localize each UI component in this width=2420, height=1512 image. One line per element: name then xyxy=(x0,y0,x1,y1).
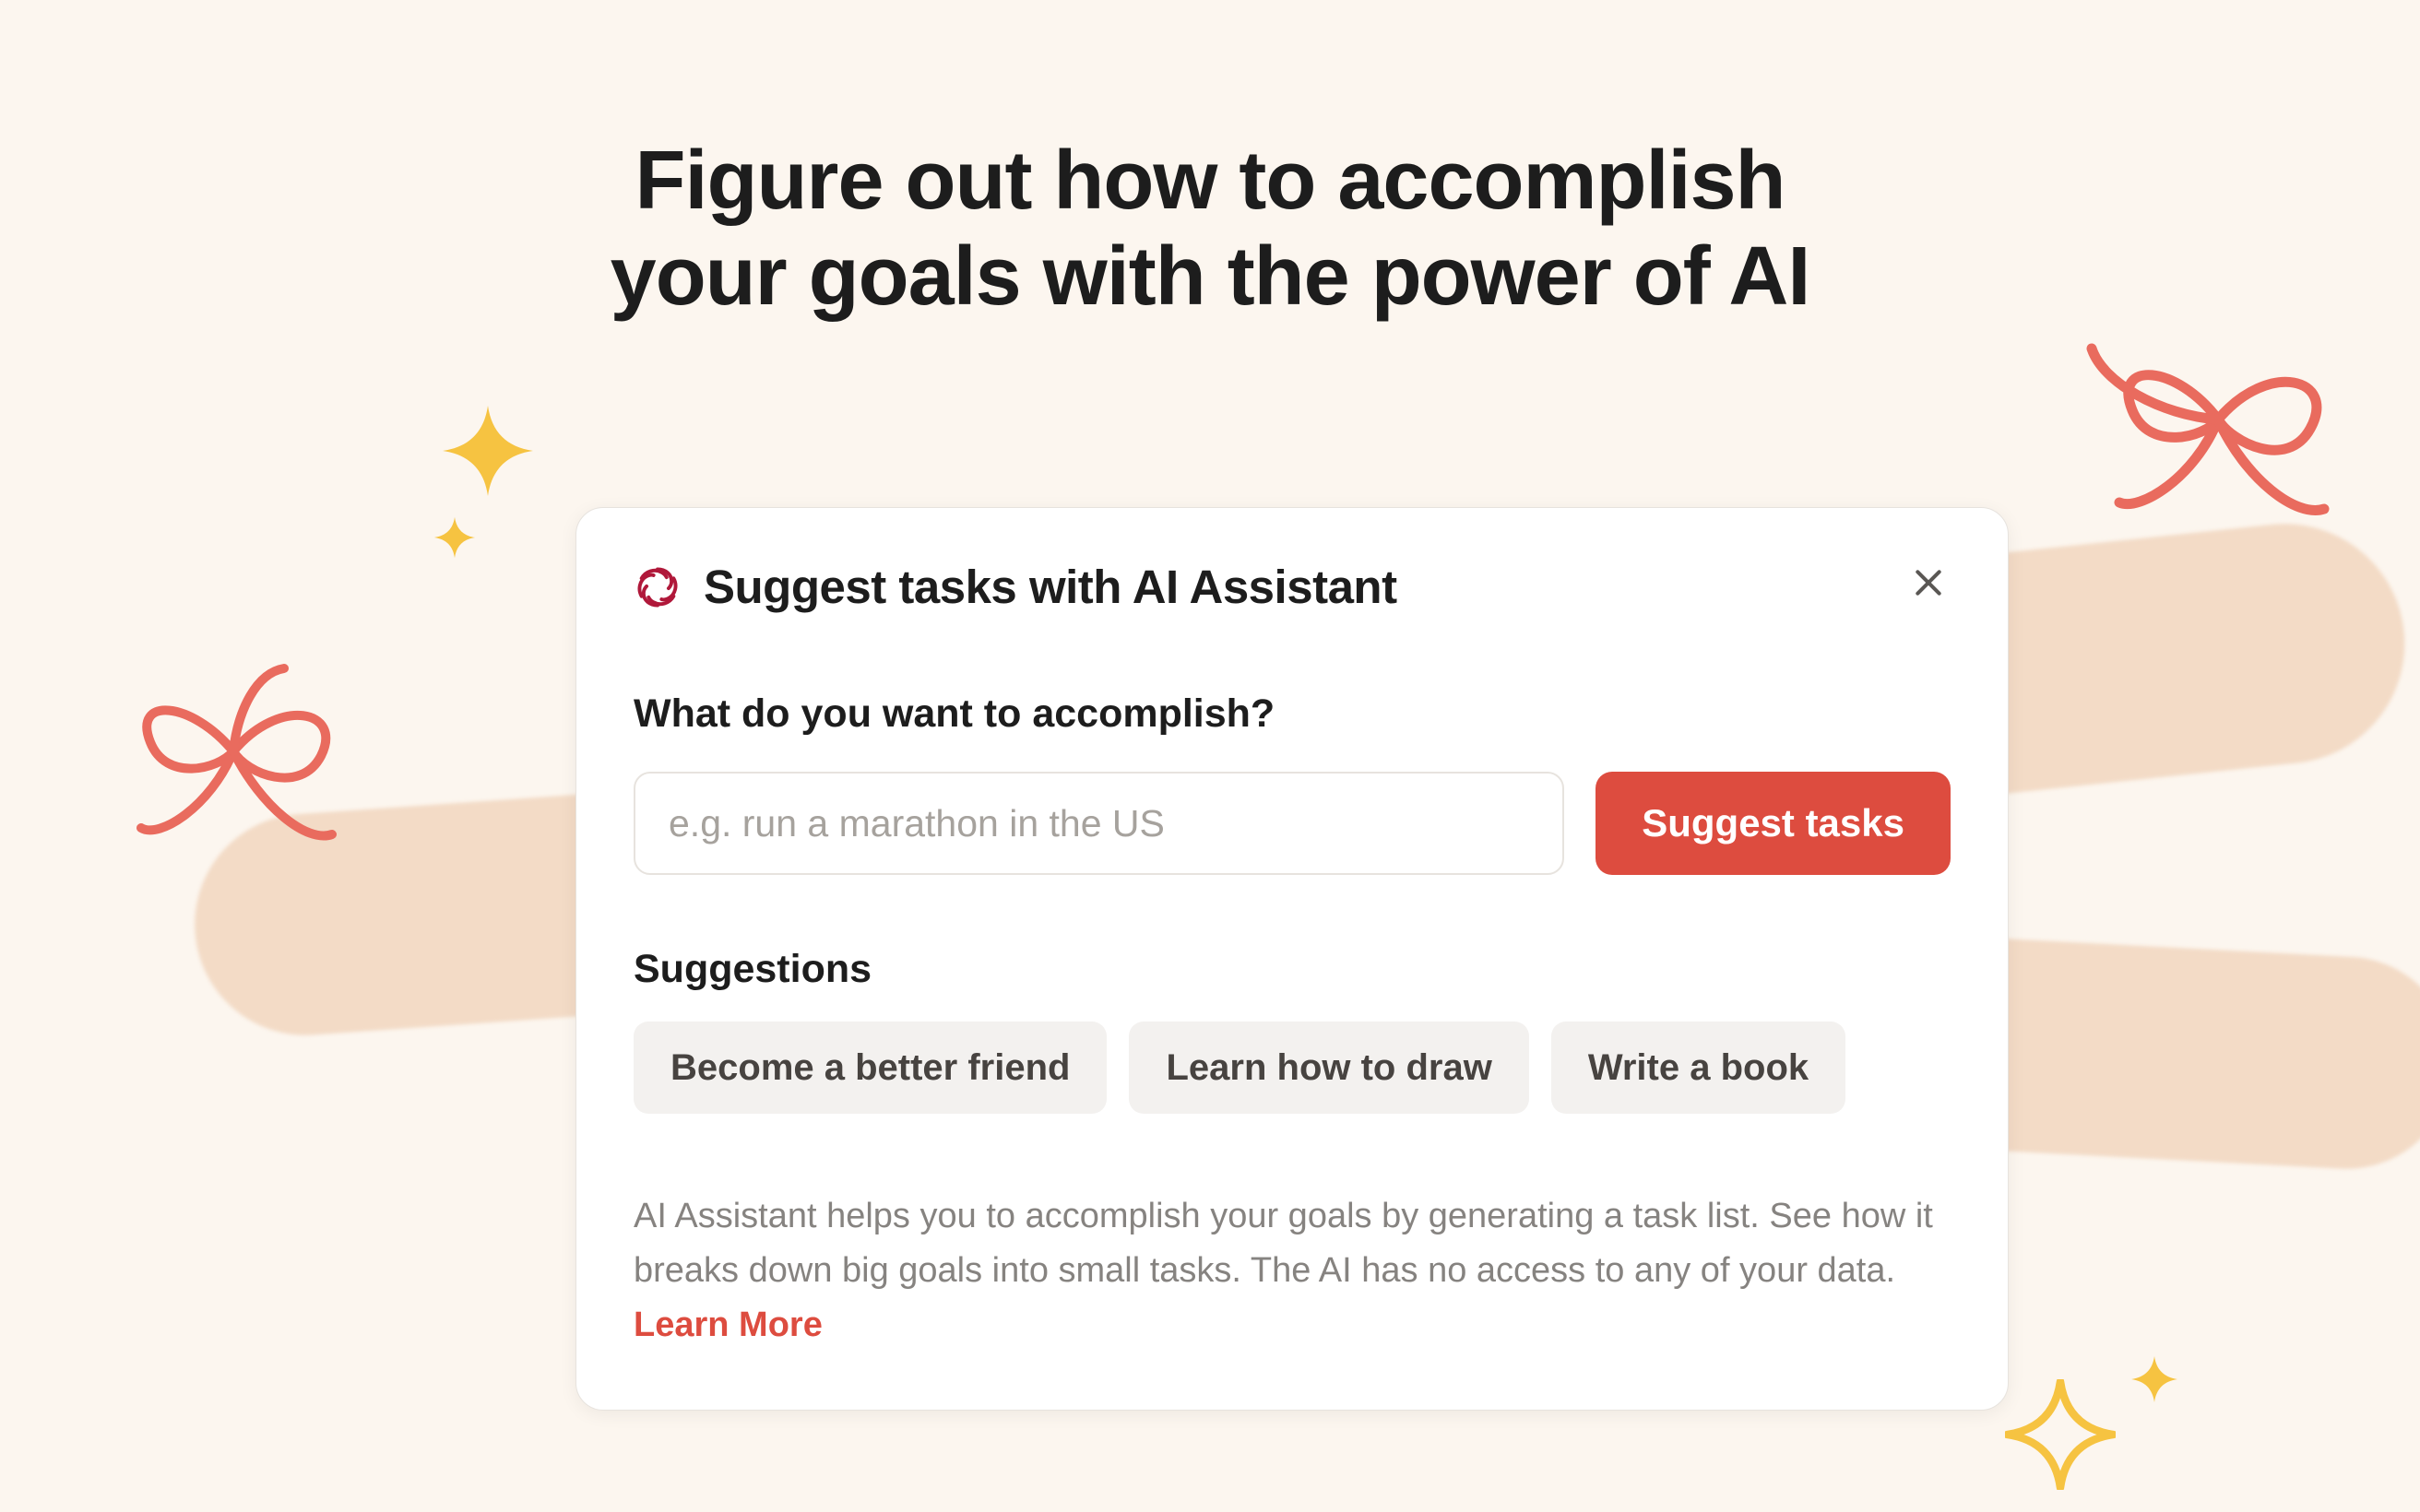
suggestion-chip[interactable]: Learn how to draw xyxy=(1129,1022,1528,1114)
card-title: Suggest tasks with AI Assistant xyxy=(704,560,1397,614)
footer-text-body: AI Assistant helps you to accomplish you… xyxy=(634,1197,1933,1290)
ai-assistant-card: Suggest tasks with AI Assistant What do … xyxy=(575,507,2009,1411)
input-row: Suggest tasks xyxy=(634,772,1951,875)
headline-line-2: your goals with the power of AI xyxy=(611,230,1810,323)
openai-knot-icon xyxy=(634,563,682,611)
learn-more-link[interactable]: Learn More xyxy=(634,1305,823,1344)
ribbon-bow-icon xyxy=(100,645,358,871)
ribbon-bow-icon xyxy=(2075,304,2352,549)
page-headline: Figure out how to accomplish your goals … xyxy=(0,134,2420,325)
close-icon xyxy=(1910,564,1947,604)
suggestions-label: Suggestions xyxy=(634,947,1951,992)
suggestion-chip[interactable]: Become a better friend xyxy=(634,1022,1107,1114)
sparkle-icon xyxy=(433,516,476,559)
suggestion-chip[interactable]: Write a book xyxy=(1551,1022,1845,1114)
close-button[interactable] xyxy=(1903,558,1954,609)
suggestion-chips-row: Become a better friend Learn how to draw… xyxy=(634,1022,1951,1114)
prompt-label: What do you want to accomplish? xyxy=(634,691,1951,737)
sparkle-icon xyxy=(441,404,535,498)
sparkle-icon xyxy=(2005,1379,2116,1490)
card-header: Suggest tasks with AI Assistant xyxy=(634,560,1951,614)
headline-line-1: Figure out how to accomplish xyxy=(635,135,1785,227)
goal-input[interactable] xyxy=(634,772,1564,875)
sparkle-icon xyxy=(2130,1355,2178,1403)
footer-description: AI Assistant helps you to accomplish you… xyxy=(634,1189,1951,1353)
suggest-tasks-button[interactable]: Suggest tasks xyxy=(1596,772,1951,875)
